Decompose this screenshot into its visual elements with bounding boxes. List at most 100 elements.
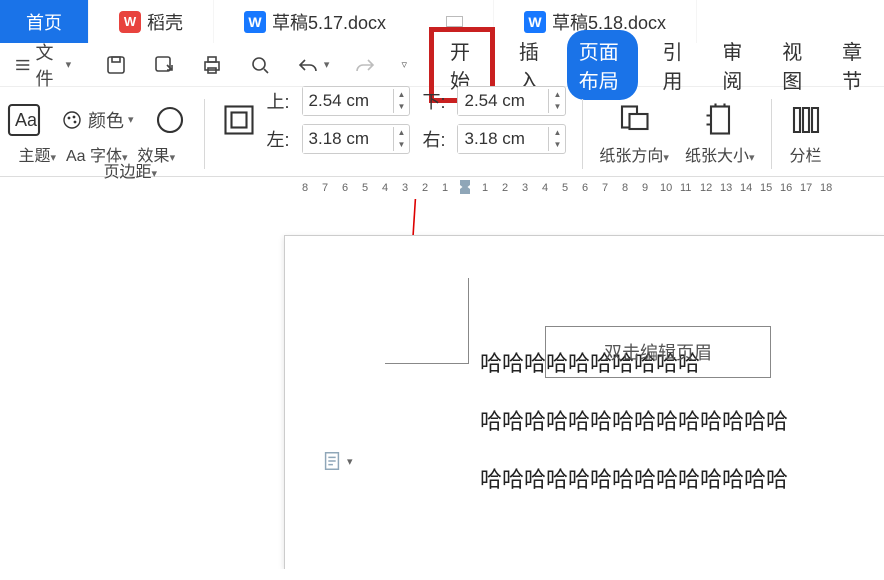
header-guide bbox=[385, 278, 469, 364]
svg-text:Aa: Aa bbox=[15, 110, 38, 130]
spin-up-icon[interactable]: ▲ bbox=[549, 89, 565, 101]
orientation-button[interactable]: 纸张方向▾ bbox=[599, 142, 669, 166]
ruler-tick: 2 bbox=[500, 182, 510, 194]
print-icon bbox=[200, 53, 224, 77]
ruler-tick: 16 bbox=[780, 182, 790, 194]
document-page[interactable]: 双击编辑页眉 ▾ 哈哈哈哈哈哈哈哈哈哈 哈哈哈哈哈哈哈哈哈哈哈哈哈哈 哈哈哈哈哈… bbox=[284, 235, 884, 569]
tab-home-label: 首页 bbox=[26, 9, 62, 35]
menu-button[interactable]: 文件 ▾ bbox=[6, 35, 79, 95]
redo-button[interactable] bbox=[345, 49, 385, 81]
ruler-tick: 3 bbox=[400, 182, 410, 194]
ruler-tick: 1 bbox=[440, 182, 450, 194]
indent-marker-icon[interactable] bbox=[460, 180, 470, 197]
tab-view[interactable]: 视图 bbox=[770, 30, 818, 100]
print-button[interactable] bbox=[192, 49, 232, 81]
tab-daoke-label: 稻壳 bbox=[147, 9, 183, 35]
tab-doc1-label: 草稿5.17.docx bbox=[272, 9, 386, 35]
orientation-icon bbox=[616, 102, 652, 138]
tab-page-layout[interactable]: 页面布局 bbox=[567, 30, 639, 100]
margin-icon bbox=[221, 102, 257, 138]
label-top: 上: bbox=[267, 88, 290, 114]
group-orientation: 纸张方向▾ bbox=[593, 91, 675, 176]
hamburger-icon bbox=[14, 53, 31, 77]
ruler-tick: 9 bbox=[640, 182, 650, 194]
expand-icon bbox=[446, 16, 463, 27]
group-margins: 上: ▲▼ 下: ▲▼ 左: ▲▼ 右: ▲▼ 页边距▾ bbox=[215, 91, 573, 176]
margin-top-input[interactable]: ▲▼ bbox=[302, 86, 411, 116]
ruler-tick: 4 bbox=[380, 182, 390, 194]
save-button[interactable] bbox=[96, 49, 136, 81]
outline-toggle[interactable]: ▾ bbox=[321, 450, 353, 472]
preview-icon bbox=[248, 53, 272, 77]
palette-icon bbox=[60, 108, 84, 132]
ruler-tick: 15 bbox=[760, 182, 770, 194]
ribbon-page-layout: Aa 颜色▾ 主题▾ Aa 字体▾ 效果▾ 上: ▲▼ 下: ▲▼ bbox=[0, 87, 884, 177]
ruler-tick: 6 bbox=[580, 182, 590, 194]
tab-review[interactable]: 审阅 bbox=[710, 30, 758, 100]
divider bbox=[771, 99, 772, 169]
ruler-tick: 10 bbox=[660, 182, 670, 194]
ruler-tick: 7 bbox=[320, 182, 330, 194]
ruler-tick: 13 bbox=[720, 182, 730, 194]
ruler-tick: 5 bbox=[560, 182, 570, 194]
ruler-tick: 5 bbox=[360, 182, 370, 194]
ruler-tick: 17 bbox=[800, 182, 810, 194]
saveas-icon bbox=[152, 53, 176, 77]
preview-button[interactable] bbox=[240, 49, 280, 81]
file-label: 文件 bbox=[35, 39, 61, 91]
margin-left-input[interactable]: ▲▼ bbox=[302, 124, 411, 154]
size-button[interactable]: 纸张大小▾ bbox=[685, 142, 755, 166]
tab-reference[interactable]: 引用 bbox=[650, 30, 698, 100]
undo-icon bbox=[296, 53, 320, 77]
save-icon bbox=[104, 53, 128, 77]
ruler-tick: 6 bbox=[340, 182, 350, 194]
document-canvas: 双击编辑页眉 ▾ 哈哈哈哈哈哈哈哈哈哈 哈哈哈哈哈哈哈哈哈哈哈哈哈哈 哈哈哈哈哈… bbox=[0, 199, 884, 569]
columns-icon bbox=[788, 102, 824, 138]
document-icon bbox=[321, 450, 343, 472]
ruler-tick: 2 bbox=[420, 182, 430, 194]
undo-button[interactable]: ▾ bbox=[288, 49, 338, 81]
spin-down-icon[interactable]: ▼ bbox=[549, 139, 565, 151]
spin-down-icon[interactable]: ▼ bbox=[394, 101, 410, 113]
effect-icon bbox=[152, 102, 188, 138]
color-button[interactable]: 颜色▾ bbox=[52, 103, 142, 137]
ruler-tick: 14 bbox=[740, 182, 750, 194]
group-size: 纸张大小▾ bbox=[679, 91, 761, 176]
label-right: 右: bbox=[422, 126, 445, 152]
label-left: 左: bbox=[267, 126, 290, 152]
chevron-down-icon: ▾ bbox=[324, 58, 330, 71]
ruler-tick: 8 bbox=[620, 182, 630, 194]
tab-daoke[interactable]: W 稻壳 bbox=[89, 0, 214, 43]
quick-toolbar: 文件 ▾ ▾ ▿ 开始 插入 页面布局 引用 审阅 视图 章节 bbox=[0, 43, 884, 87]
group-theme: Aa 颜色▾ 主题▾ Aa 字体▾ 效果▾ bbox=[0, 91, 194, 176]
divider bbox=[582, 99, 583, 169]
ruler-tick: 7 bbox=[600, 182, 610, 194]
group-columns: 分栏 bbox=[782, 91, 830, 176]
paragraph[interactable]: 哈哈哈哈哈哈哈哈哈哈哈哈哈哈 bbox=[480, 462, 884, 494]
chevron-down-icon: ▿ bbox=[401, 58, 407, 71]
columns-button[interactable]: 分栏 bbox=[789, 142, 821, 166]
divider bbox=[204, 99, 205, 169]
ruler-tick: 3 bbox=[520, 182, 530, 194]
spin-up-icon[interactable]: ▲ bbox=[394, 127, 410, 139]
theme-icon: Aa bbox=[6, 102, 42, 138]
more-button[interactable]: ▿ bbox=[393, 54, 415, 75]
spin-down-icon[interactable]: ▼ bbox=[549, 101, 565, 113]
margin-right-input[interactable]: ▲▼ bbox=[457, 124, 566, 154]
margin-bottom-input[interactable]: ▲▼ bbox=[457, 86, 566, 116]
ruler-tick: 18 bbox=[820, 182, 830, 194]
label-bottom: 下: bbox=[422, 88, 445, 114]
saveas-button[interactable] bbox=[144, 49, 184, 81]
paragraph[interactable]: 哈哈哈哈哈哈哈哈哈哈哈哈哈哈 bbox=[480, 404, 884, 436]
spin-down-icon[interactable]: ▼ bbox=[394, 139, 410, 151]
margin-button[interactable]: 页边距▾ bbox=[103, 158, 157, 182]
theme-button[interactable]: 主题▾ bbox=[18, 142, 56, 166]
tab-chapter[interactable]: 章节 bbox=[830, 30, 878, 100]
ruler-tick: 1 bbox=[480, 182, 490, 194]
wps-icon: W bbox=[119, 11, 141, 33]
header-edit-hint[interactable]: 双击编辑页眉 bbox=[545, 326, 771, 378]
spin-up-icon[interactable]: ▲ bbox=[549, 127, 565, 139]
page-size-icon bbox=[702, 102, 738, 138]
chevron-down-icon: ▾ bbox=[66, 58, 72, 71]
spin-up-icon[interactable]: ▲ bbox=[394, 89, 410, 101]
